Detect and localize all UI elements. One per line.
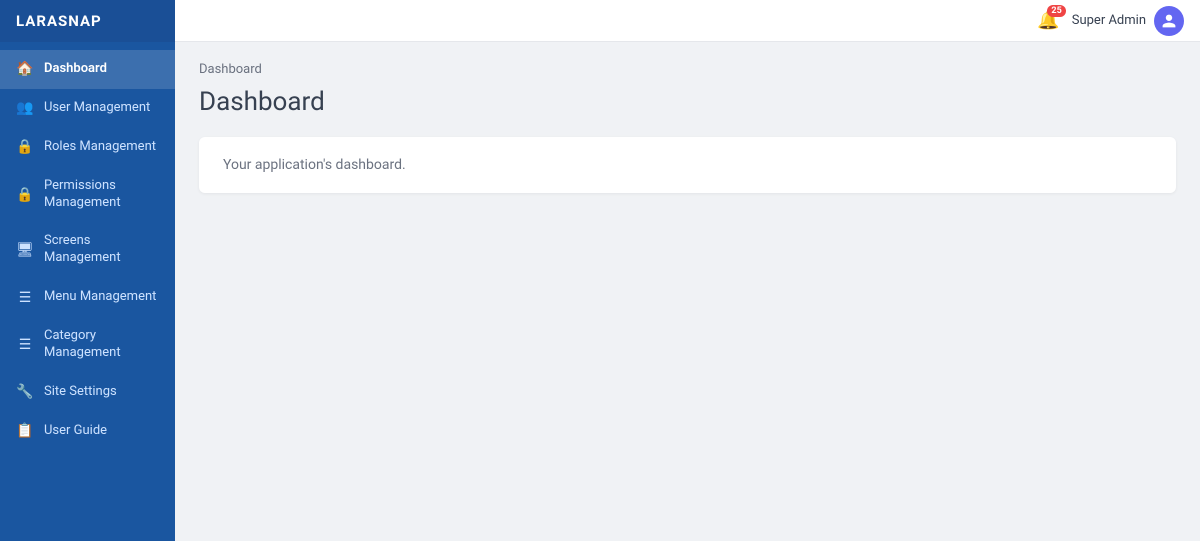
shield-icon: 🔒 xyxy=(16,187,34,203)
sidebar-item-user-guide[interactable]: 📋 User Guide xyxy=(0,412,175,451)
sidebar-item-label: Category Management xyxy=(44,328,159,362)
content-area: Dashboard Dashboard Your application's d… xyxy=(175,42,1200,541)
sidebar-item-label: User Guide xyxy=(44,423,107,440)
sidebar-item-site-settings[interactable]: 🔧 Site Settings xyxy=(0,373,175,412)
sidebar-item-label: Permissions Management xyxy=(44,178,159,212)
lock-icon: 🔒 xyxy=(16,139,34,155)
sidebar-item-permissions-management[interactable]: 🔒 Permissions Management xyxy=(0,167,175,223)
sidebar-item-label: User Management xyxy=(44,100,150,117)
wrench-icon: 🔧 xyxy=(16,384,34,400)
avatar xyxy=(1154,6,1184,36)
notification-badge: 25 xyxy=(1047,5,1065,17)
sidebar-logo: LARASNAP xyxy=(0,0,175,42)
sidebar-item-dashboard[interactable]: 🏠 Dashboard xyxy=(0,50,175,89)
monitor-icon: 🖥 xyxy=(16,242,34,258)
sidebar-item-menu-management[interactable]: ☰ Menu Management xyxy=(0,278,175,317)
sidebar-item-label: Dashboard xyxy=(44,61,107,78)
menu-icon: ☰ xyxy=(16,290,34,306)
category-icon: ☰ xyxy=(16,337,34,353)
sidebar-item-category-management[interactable]: ☰ Category Management xyxy=(0,317,175,373)
sidebar-item-label: Site Settings xyxy=(44,384,117,401)
sidebar-item-roles-management[interactable]: 🔒 Roles Management xyxy=(0,128,175,167)
sidebar-item-label: Menu Management xyxy=(44,289,156,306)
sidebar: LARASNAP 🏠 Dashboard 👥 User Management 🔒… xyxy=(0,0,175,541)
breadcrumb: Dashboard xyxy=(199,62,1176,77)
users-icon: 👥 xyxy=(16,100,34,116)
page-title: Dashboard xyxy=(199,87,1176,117)
user-info[interactable]: Super Admin xyxy=(1072,6,1184,36)
dashboard-card-text: Your application's dashboard. xyxy=(223,157,1152,173)
sidebar-item-label: Roles Management xyxy=(44,139,156,156)
main-wrapper: 🔔 25 Super Admin Dashboard Dashboard You… xyxy=(175,0,1200,541)
guide-icon: 📋 xyxy=(16,423,34,439)
home-icon: 🏠 xyxy=(16,61,34,77)
sidebar-item-user-management[interactable]: 👥 User Management xyxy=(0,89,175,128)
topbar: 🔔 25 Super Admin xyxy=(175,0,1200,42)
sidebar-nav: 🏠 Dashboard 👥 User Management 🔒 Roles Ma… xyxy=(0,42,175,451)
sidebar-item-screens-management[interactable]: 🖥 Screens Management xyxy=(0,222,175,278)
user-name: Super Admin xyxy=(1072,13,1146,28)
sidebar-item-label: Screens Management xyxy=(44,233,159,267)
notification-bell[interactable]: 🔔 25 xyxy=(1037,10,1059,31)
dashboard-card: Your application's dashboard. xyxy=(199,137,1176,193)
brand-name: LARASNAP xyxy=(16,12,102,30)
